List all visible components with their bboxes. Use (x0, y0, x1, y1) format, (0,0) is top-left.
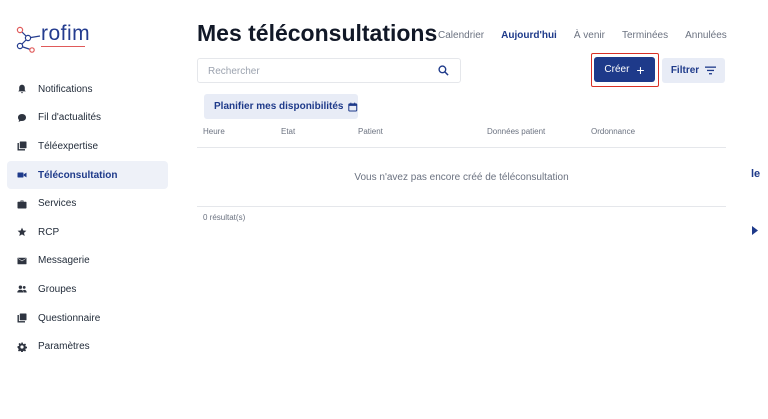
sidebar-item-label: Paramètres (38, 341, 90, 353)
tab-annulees[interactable]: Annulées (685, 30, 727, 41)
sidebar-item-label: Messagerie (38, 255, 90, 267)
filter-button-label: Filtrer (670, 65, 700, 76)
sidebar-item-label: Téléconsultation (38, 169, 118, 181)
sidebar-item-messagerie[interactable]: Messagerie (7, 247, 168, 276)
column-header-patient[interactable]: Patient (358, 127, 383, 136)
column-header-etat[interactable]: Etat (281, 127, 295, 136)
library-icon (16, 140, 28, 152)
create-button-highlight: Créer + (591, 53, 659, 87)
sidebar-item-notifications[interactable]: Notifications (7, 75, 168, 104)
results-count: 0 résultat(s) (203, 213, 246, 222)
tab-calendrier[interactable]: Calendrier (438, 30, 484, 41)
tab-bar: Calendrier Aujourd'hui À venir Terminées… (438, 30, 727, 41)
sidebar: rofim Notifications Fil d'actualités Tél… (0, 0, 176, 419)
create-button-label: Créer (604, 64, 630, 75)
table-header: Heure Etat Patient Données patient Ordon… (197, 127, 726, 148)
sidebar-item-parametres[interactable]: Paramètres (7, 332, 168, 361)
play-arrow-icon[interactable] (752, 226, 758, 235)
column-header-heure[interactable]: Heure (203, 127, 225, 136)
sidebar-item-label: RCP (38, 226, 60, 238)
tab-aujourdhui[interactable]: Aujourd'hui (501, 30, 557, 41)
sidebar-item-label: Téléexpertise (38, 140, 99, 152)
plus-icon: + (636, 61, 645, 78)
plan-availability-button[interactable]: Planifier mes disponibilités (204, 94, 358, 119)
sidebar-item-teleconsultation[interactable]: Téléconsultation (7, 160, 168, 190)
search-box (197, 58, 461, 83)
create-button[interactable]: Créer + (594, 57, 655, 82)
sidebar-item-services[interactable]: Services (7, 189, 168, 218)
plan-availability-label: Planifier mes disponibilités (214, 101, 344, 112)
empty-state-message: Vous n'avez pas encore créé de téléconsu… (197, 148, 726, 207)
star-icon (16, 226, 28, 238)
sidebar-item-label: Fil d'actualités (38, 112, 102, 124)
library-icon (16, 312, 28, 324)
mail-icon (16, 255, 28, 267)
filter-icon (705, 66, 717, 75)
sidebar-item-label: Groupes (38, 283, 77, 295)
sidebar-item-questionnaire[interactable]: Questionnaire (7, 304, 168, 333)
logo-text: rofim (41, 22, 91, 45)
videocam-icon (16, 169, 28, 181)
search-icon[interactable] (438, 65, 449, 76)
sidebar-item-label: Notifications (38, 83, 93, 95)
sidebar-item-label: Questionnaire (38, 312, 101, 324)
page-title: Mes téléconsultations (197, 20, 438, 46)
group-icon (16, 283, 28, 295)
sidebar-item-groupes[interactable]: Groupes (7, 275, 168, 304)
side-panel-peek-text[interactable]: le (751, 168, 760, 180)
sidebar-nav: Notifications Fil d'actualités Téléexper… (7, 75, 168, 361)
tab-a-venir[interactable]: À venir (574, 30, 605, 41)
sidebar-item-teleexpertise[interactable]: Téléexpertise (7, 132, 168, 161)
sidebar-item-label: Services (38, 198, 77, 210)
column-header-donnees-patient[interactable]: Données patient (487, 127, 545, 136)
sidebar-item-fil-actualites[interactable]: Fil d'actualités (7, 104, 168, 133)
logo-underline (41, 46, 85, 47)
briefcase-icon (16, 198, 28, 210)
chat-bubble-icon (16, 112, 28, 124)
sidebar-item-rcp[interactable]: RCP (7, 218, 168, 247)
calendar-icon (348, 102, 358, 111)
filter-button[interactable]: Filtrer (662, 58, 725, 83)
rofim-logo[interactable]: rofim (14, 22, 90, 56)
column-header-ordonnance[interactable]: Ordonnance (591, 127, 635, 136)
bell-icon (16, 83, 28, 95)
tab-terminees[interactable]: Terminées (622, 30, 668, 41)
gear-icon (16, 341, 28, 353)
search-input[interactable] (208, 64, 428, 78)
